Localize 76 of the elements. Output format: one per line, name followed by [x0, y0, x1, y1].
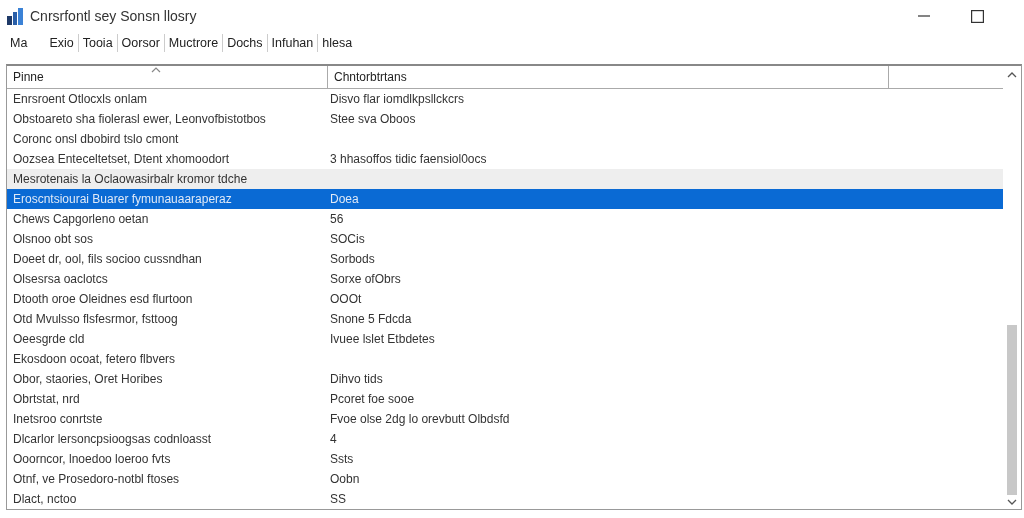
column-header[interactable]: Chntorbtrtans: [328, 66, 889, 88]
table-cell: Sorbods: [330, 252, 375, 266]
menu-item[interactable]: Oorsor: [117, 36, 164, 50]
table-cell: Oobn: [330, 472, 360, 486]
table-cell: Doea: [330, 192, 359, 206]
table-cell: Dtooth oroe Oleidnes esd flurtoon: [13, 292, 193, 306]
table-cell: Stee sva Oboos: [330, 112, 416, 126]
table-cell: Olsnoo obt sos: [13, 232, 94, 246]
table-row[interactable]: Obor, staories, Oret Horibes Dihvo tids: [7, 369, 1003, 389]
table-cell: OOOt: [330, 292, 362, 306]
table-row[interactable]: Coronc onsl dbobird tslo cmont: [7, 129, 1003, 149]
table-row[interactable]: Obstoareto sha fiolerasl ewer, Leonvofbistotbos Stee sva Oboos: [7, 109, 1003, 129]
table-row[interactable]: Otnf, ve Prosedoro-notbl ftoses Oobn: [7, 469, 1003, 489]
table-cell: Coronc onsl dbobird tslo cmont: [13, 132, 179, 146]
table-cell: Otnf, ve Prosedoro-notbl ftoses: [13, 472, 180, 486]
table-row[interactable]: Ooorncor, lnoedoo loeroo fvts Ssts: [7, 449, 1003, 469]
scrollbar-thumb[interactable]: [1007, 325, 1017, 495]
table-cell: Disvo flar iomdlkpsllckcrs: [330, 92, 465, 106]
menu-item[interactable]: Ma: [6, 36, 32, 50]
table-cell: 3 hhasoffos tidic faensiol0ocs: [330, 152, 487, 166]
table-row[interactable]: Enrsroent Otlocxls onlam Disvo flar iomdlkpsllckcrs: [7, 89, 1003, 109]
table-cell: Dlact, nctoo: [13, 492, 77, 506]
table-cell: SOCis: [330, 232, 365, 246]
table-cell: Ivuee lslet Etbdetes: [330, 332, 435, 346]
table-cell: Obstoareto sha fiolerasl ewer, Leonvofbistotbos: [13, 112, 266, 126]
table-cell: Dlcarlor lersoncpsioogsas codnloasst: [13, 432, 212, 446]
table-cell: Obrtstat, nrd: [13, 392, 80, 406]
table-row[interactable]: Ekosdoon ocoat, fetero flbvers: [7, 349, 1003, 369]
menu-item[interactable]: Muctrore: [164, 36, 223, 50]
table-cell: Oozsea Enteceltetset, Dtent xhomoodort: [13, 152, 230, 166]
column-header[interactable]: Pinne: [7, 66, 328, 88]
table-cell: Ooorncor, lnoedoo loeroo fvts: [13, 452, 171, 466]
table-cell: Oeesgrde cld: [13, 332, 85, 346]
menu-item[interactable]: Tooia: [78, 36, 117, 50]
table-cell: Otd Mvulsso flsfesrmor, fsttoog: [13, 312, 178, 326]
maximize-icon[interactable]: [971, 9, 984, 23]
table-cell: 4: [330, 432, 337, 446]
table-row[interactable]: Dlcarlor lersoncpsioogsas codnloasst 4: [7, 429, 1003, 449]
table-cell: Olsesrsa oaclotcs: [13, 272, 108, 286]
table-row[interactable]: Dlact, nctoo SS: [7, 489, 1003, 509]
table-row[interactable]: Inetsroo conrtste Fvoe olse 2dg lo orevbutt Olbdsfd: [7, 409, 1003, 429]
table-cell: Eroscntsiourai Buarer fymunauaaraperaz: [13, 192, 232, 206]
menu-item[interactable]: Infuhan: [267, 36, 318, 50]
table-cell: Pcoret foe sooe: [330, 392, 415, 406]
table-row[interactable]: Doeet dr, ool, fils socioo cussndhan Sorbods: [7, 249, 1003, 269]
table-row[interactable]: Olsnoo obt sos SOCis: [7, 229, 1003, 249]
table-row[interactable]: Obrtstat, nrd Pcoret foe sooe: [7, 389, 1003, 409]
table-row[interactable]: Olsesrsa oaclotcs Sorxe ofObrs: [7, 269, 1003, 289]
table-cell: Fvoe olse 2dg lo orevbutt Olbdsfd: [330, 412, 510, 426]
table-row[interactable]: Otd Mvulsso flsfesrmor, fsttoog Snone 5 Fdcda: [7, 309, 1003, 329]
table-row[interactable]: Dtooth oroe Oleidnes esd flurtoon OOOt: [7, 289, 1003, 309]
table-cell: Obor, staories, Oret Horibes: [13, 372, 163, 386]
table-row[interactable]: Oeesgrde cld Ivuee lslet Etbdetes: [7, 329, 1003, 349]
table-cell: Inetsroo conrtste: [13, 412, 103, 426]
table-cell: Enrsroent Otlocxls onlam: [13, 92, 148, 106]
scroll-down-icon[interactable]: [1007, 499, 1017, 505]
menu-item[interactable]: Dochs: [223, 36, 267, 50]
selected-row[interactable]: Eroscntsiourai Buarer fymunauaaraperaz Doea: [7, 189, 1003, 209]
scroll-up-icon[interactable]: [1007, 72, 1017, 78]
table-row[interactable]: Oozsea Enteceltetset, Dtent xhomoodort 3 hhasoffos tidic faensiol0ocs: [7, 149, 1003, 169]
window-title: Cnrsrfontl sey Sonsn llosry: [30, 8, 197, 24]
table-cell: Mesrotenais la Oclaowasirbalr kromor tdche: [13, 172, 248, 186]
menu-item[interactable]: hlesa: [318, 36, 357, 50]
table-cell: Dihvo tids: [330, 372, 383, 386]
highlighted-row[interactable]: Mesrotenais la Oclaowasirbalr kromor tdche: [7, 169, 1003, 189]
table-cell: 56: [330, 212, 344, 226]
bar-chart-icon: [6, 7, 24, 25]
table-cell: Ssts: [330, 452, 354, 466]
table-cell: Doeet dr, ool, fils socioo cussndhan: [13, 252, 202, 266]
table-cell: SS: [330, 492, 346, 506]
table-cell: Chews Capgorleno oetan: [13, 212, 149, 226]
table-cell: Sorxe ofObrs: [330, 272, 401, 286]
table-row[interactable]: Chews Capgorleno oetan 56: [7, 209, 1003, 229]
menu-item[interactable]: Exio: [45, 36, 78, 50]
table-cell: Snone 5 Fdcda: [330, 312, 412, 326]
table-cell: Ekosdoon ocoat, fetero flbvers: [13, 352, 176, 366]
